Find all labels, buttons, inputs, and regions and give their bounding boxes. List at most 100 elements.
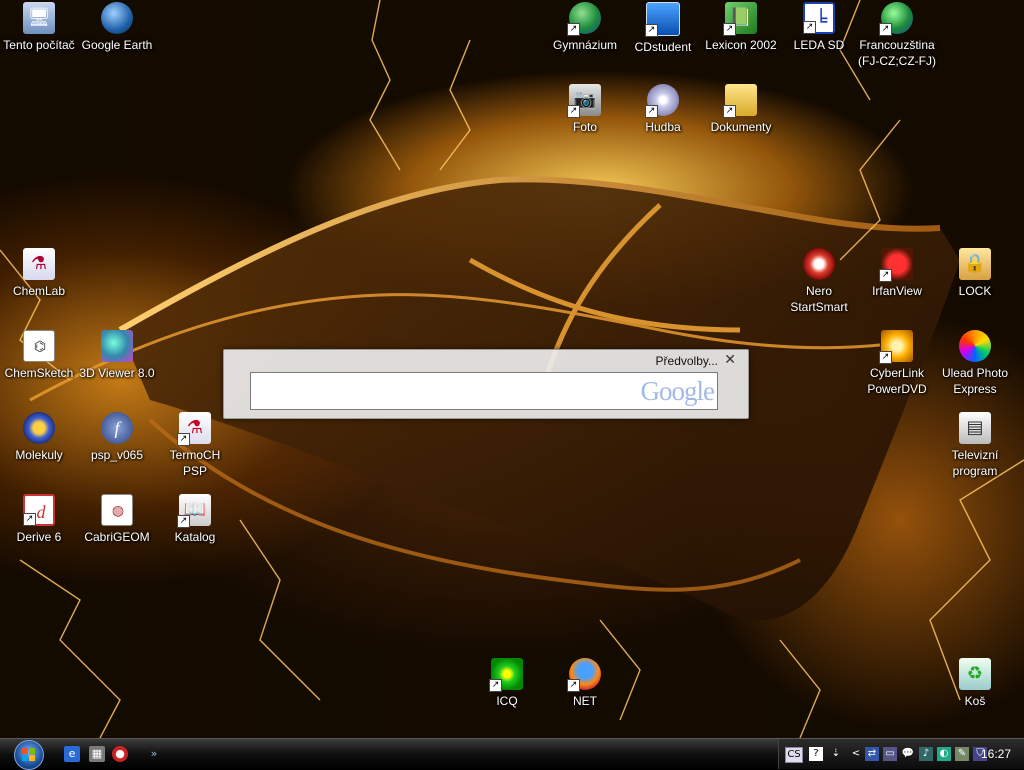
device-icon[interactable]: ◐ (937, 747, 951, 761)
desktop-icon-label: Foto (572, 120, 597, 134)
desktop-icon-net[interactable]: ↗ NET (546, 658, 624, 709)
desktop-icon-katalog[interactable]: 📖 ↗ Katalog (156, 494, 234, 545)
google-earth-icon (101, 2, 133, 34)
desktop-icon-francouzstina[interactable]: ↗ Francouzština (FJ-CZ;CZ-FJ) (858, 2, 936, 69)
volume-icon[interactable]: ♪ (919, 747, 933, 761)
tray-collapse-icon[interactable]: < (849, 747, 863, 761)
tray-options-icon[interactable]: ⇣ (829, 747, 843, 761)
irfanview-icon: ↗ (879, 248, 913, 282)
desktop-icon-label: Televizní program (951, 448, 999, 478)
powerdvd-icon: ↗ (879, 330, 913, 364)
desktop-icon-lock[interactable]: 🔒 LOCK (936, 248, 1014, 299)
clock[interactable]: 16:27 (981, 747, 1011, 761)
desktop-icon-irfanview[interactable]: ↗ IrfanView (858, 248, 936, 299)
desktop-icon-label: psp_v065 (90, 448, 144, 462)
language-indicator[interactable]: CS (785, 747, 803, 763)
cdstudent-icon: ↗ (645, 2, 680, 37)
desktop-icon-foto[interactable]: 📷 ↗ Foto (546, 84, 624, 135)
show-desktop-icon[interactable]: ▦ (89, 746, 105, 762)
close-icon[interactable]: ✕ (724, 352, 736, 368)
desktop-icon-3d-viewer[interactable]: 3D Viewer 8.0 (78, 330, 156, 381)
desktop-icon-google-earth[interactable]: Google Earth (78, 2, 156, 53)
desktop-icon-leda-sd[interactable]: ╘ ↗ LEDA SD (780, 2, 858, 53)
ie-icon[interactable]: e (64, 746, 80, 762)
desktop-icon-ulead[interactable]: Ulead Photo Express (936, 330, 1014, 397)
desktop-icon-label: Molekuly (15, 448, 63, 462)
book-icon: 📗 ↗ (723, 2, 757, 36)
desktop-icon-chemsketch[interactable]: ⌬ ChemSketch (0, 330, 78, 381)
firefox-icon: ↗ (567, 658, 601, 692)
desktop-icon-label: CyberLink PowerDVD (867, 366, 927, 396)
cabri-icon: ◍ (101, 494, 133, 526)
start-button[interactable] (14, 740, 44, 770)
desktop-icon-label: Dokumenty (710, 120, 772, 134)
desktop-icon-label: ChemLab (12, 284, 66, 298)
desktop-icon-label: Google Earth (81, 38, 153, 52)
ulead-icon (959, 330, 991, 362)
windows-logo-icon (22, 748, 35, 761)
derive-icon: d ↗ (23, 494, 55, 526)
pen-icon[interactable]: ✎ (955, 747, 969, 761)
desktop-icon-label: Lexicon 2002 (705, 38, 777, 52)
desktop-icon-label: Katalog (174, 530, 216, 544)
desktop-icon-powerdvd[interactable]: ↗ CyberLink PowerDVD (858, 330, 936, 397)
recycle-bin-icon: ♻ (959, 658, 991, 690)
desktop-icon-nero[interactable]: Nero StartSmart (780, 248, 858, 315)
desktop-icon-cdstudent[interactable]: ↗ CDstudent (624, 2, 702, 55)
desktop-icon-derive[interactable]: d ↗ Derive 6 (0, 494, 78, 545)
desktop-icon-label: Tento počítač (3, 38, 75, 52)
flag-globe-icon: ↗ (879, 2, 913, 36)
taskbar: e ▦ ● » CS ? ⇣ < ⇄ ▭ 💬 ♪ ◐ ✎ ⛉ 16:27 (0, 738, 1024, 770)
desktop-icon-label: Hudba (645, 120, 681, 134)
globe-icon: ↗ (567, 2, 601, 36)
desktop-icon-dokumenty[interactable]: ↗ Dokumenty (702, 84, 780, 135)
desktop-icon-gymnazium[interactable]: ↗ Gymnázium (546, 2, 624, 53)
molecule-viewer-icon (101, 330, 133, 362)
google-search-gadget[interactable]: Předvolby... ✕ Google (223, 349, 749, 419)
desktop-icon-label: IrfanView (872, 284, 922, 298)
computer-icon: 🖥 (23, 2, 55, 34)
desktop-icon-label: LEDA SD (793, 38, 845, 52)
display-icon[interactable]: ▭ (883, 747, 897, 761)
desktop-icon-lexicon[interactable]: 📗 ↗ Lexicon 2002 (702, 2, 780, 53)
network-icon[interactable]: ⇄ (865, 747, 879, 761)
desktop-icon-label: ChemSketch (4, 366, 74, 380)
desktop-icon-label: CabriGEOM (84, 530, 150, 544)
chemlab-icon: ⚗ (23, 248, 55, 280)
help-icon[interactable]: ? (809, 747, 823, 761)
desktop-icon-label: TermoCH PSP (169, 448, 221, 478)
music-cd-icon: ↗ (645, 84, 679, 118)
camera-icon: 📷 ↗ (567, 84, 601, 118)
desktop-icon-label: NET (573, 694, 597, 708)
desktop-icon-label: LOCK (958, 284, 992, 298)
desktop-icon-recycle-bin[interactable]: ♻ Koš (936, 658, 1014, 709)
desktop-icon-termoch[interactable]: ⚗ ↗ TermoCH PSP (156, 412, 234, 479)
desktop-icon-label: Koš (964, 694, 986, 708)
desktop-icon-psp[interactable]: f psp_v065 (78, 412, 156, 463)
media-icon[interactable]: ● (112, 746, 128, 762)
chat-bubble-icon[interactable]: 💬 (901, 747, 915, 761)
google-logo: Google (640, 376, 715, 407)
gadget-preferences-link[interactable]: Předvolby... (656, 354, 718, 368)
flask-icon: ⚗ ↗ (177, 412, 211, 446)
documents-folder-icon: ↗ (723, 84, 757, 118)
gear-molecule-icon (23, 412, 55, 444)
chemsketch-icon: ⌬ (23, 330, 55, 362)
desktop-icon-cabrigeom[interactable]: ◍ CabriGEOM (78, 494, 156, 545)
desktop-icon-this-pc[interactable]: 🖥 Tento počítač (0, 2, 78, 53)
desktop-icon-label: CDstudent (634, 40, 692, 54)
desktop-icon-label: ICQ (496, 694, 518, 708)
desktop-icon-icq[interactable]: ↗ ICQ (468, 658, 546, 709)
icq-flower-icon: ↗ (489, 658, 523, 692)
nero-icon (803, 248, 835, 280)
desktop-icon-chemlab[interactable]: ⚗ ChemLab (0, 248, 78, 299)
desktop-icon-label: Derive 6 (16, 530, 62, 544)
flash-icon: f (101, 412, 133, 444)
tv-program-icon: ▤ (959, 412, 991, 444)
leda-icon: ╘ ↗ (803, 2, 835, 34)
desktop-icon-tv-program[interactable]: ▤ Televizní program (936, 412, 1014, 479)
desktop-icon-hudba[interactable]: ↗ Hudba (624, 84, 702, 135)
quicklaunch-overflow-chevron-icon[interactable]: » (146, 746, 162, 762)
google-logo-letters: Google (640, 376, 715, 406)
desktop-icon-molekuly[interactable]: Molekuly (0, 412, 78, 463)
